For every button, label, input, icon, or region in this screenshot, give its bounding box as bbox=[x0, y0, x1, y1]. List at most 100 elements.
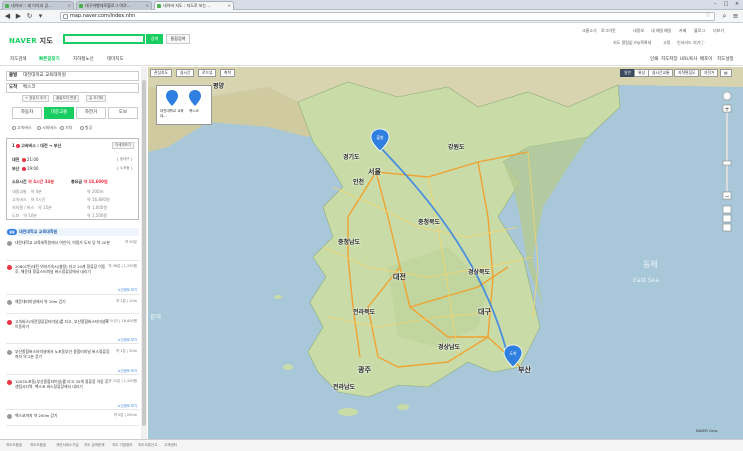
zoom-control[interactable]: + − bbox=[722, 91, 732, 241]
settings-wrench-icon[interactable]: ≡ bbox=[731, 12, 740, 21]
draw-tool-icon[interactable] bbox=[722, 223, 732, 232]
pan-control-icon[interactable] bbox=[722, 91, 732, 101]
top-link-5[interactable]: 카페 bbox=[679, 28, 686, 34]
footer-link-6[interactable]: 고객센터 bbox=[164, 443, 177, 448]
user-link-1[interactable]: 인서리드 지기ⓘ bbox=[677, 40, 704, 46]
route-step[interactable]: 부산종합버스터미널에서 노포동부산 종합터미널 버스정류장까지 약 2분 걷기 … bbox=[6, 348, 139, 375]
depart-label: 대전 bbox=[12, 157, 20, 162]
reset-route-button[interactable]: 길 초기화 bbox=[86, 95, 106, 102]
destination-field[interactable]: 도착 벡스코 bbox=[6, 83, 139, 93]
bookmark-star-icon[interactable]: ☆ bbox=[705, 12, 711, 19]
tab-favicon-icon bbox=[5, 4, 9, 8]
naver-map-logo[interactable]: NAVER 지도 bbox=[9, 36, 53, 46]
close-icon[interactable]: × bbox=[228, 2, 231, 10]
route-info-link[interactable]: 노선정보 보기 bbox=[118, 368, 137, 373]
map-canvas[interactable]: 출발 도착 bbox=[148, 67, 743, 439]
footer-link-2[interactable]: 개인서비스가입 bbox=[56, 443, 79, 448]
close-icon[interactable]: × bbox=[146, 2, 149, 10]
mode-bike-tab[interactable]: 자전거 bbox=[76, 107, 106, 119]
link-deploy[interactable]: 배포이 bbox=[700, 55, 712, 65]
route-step[interactable]: 20801번(대전 여자가속시(충정) 타고 10개 정류장 이동 후, 해운대… bbox=[6, 263, 139, 295]
browser-tab-3-active[interactable]: 네이버 지도 : 지도로 보는… × bbox=[154, 1, 234, 10]
route-step[interactable]: 해운대터미널에서 약 10m 걷기 약 1분 | 10m bbox=[6, 298, 139, 314]
integrated-search-button[interactable]: 통합검색 bbox=[166, 34, 190, 44]
browser-tab-1[interactable]: 네이버 :: 새 이식과 공… × bbox=[2, 1, 74, 10]
option-train[interactable]: 기차 bbox=[60, 125, 72, 131]
panel-scroll-thumb[interactable] bbox=[142, 80, 146, 426]
search-icon[interactable]: ⌕ bbox=[720, 12, 729, 21]
top-link-4[interactable]: 메일 bbox=[664, 28, 671, 34]
details-button[interactable]: 자세히보기 bbox=[111, 142, 134, 149]
footer-link-4[interactable]: 지도 기업정보 bbox=[112, 443, 132, 448]
route-step[interactable]: 대전대학교 교육대학원에서 여인어, 여정가 도보 당 약 20분 약 50분 bbox=[6, 239, 139, 261]
route-info-link[interactable]: 노선정보 보기 bbox=[118, 287, 137, 292]
end-pin-icon bbox=[189, 90, 201, 106]
map-label-east-sea-en: East Sea bbox=[633, 277, 660, 284]
route-step[interactable]: 1003노포동(부산종합터미널)를 타고 35개 정류장 이동 후, 센텀시티역… bbox=[6, 378, 139, 410]
map-type-cadastral[interactable]: 지적편집도 bbox=[674, 69, 700, 77]
maximize-icon[interactable]: □ bbox=[721, 1, 731, 8]
zoom-slider-thumb[interactable] bbox=[722, 160, 732, 166]
footer-link-1[interactable]: 지도도움말 bbox=[30, 443, 46, 448]
scale-button[interactable]: 축척 bbox=[220, 69, 235, 77]
route-step[interactable]: 고속버스(대전정류장터미널)를 타고, 부산종합버스터미널로 이동하기 약 3시… bbox=[6, 318, 139, 344]
add-waypoint-button[interactable]: + 경유지 추가 bbox=[22, 95, 50, 102]
menu-dropdown-icon[interactable]: ▾ bbox=[36, 12, 45, 21]
top-link-1[interactable]: 로그아웃 bbox=[601, 28, 616, 34]
mode-transit-tab[interactable]: 대중교통 bbox=[44, 107, 74, 119]
map-type-bike[interactable]: 자전거 bbox=[700, 69, 719, 77]
browser-tab-2[interactable]: 대구여행데로블로그 여로… × bbox=[76, 1, 152, 10]
plus-icon: + bbox=[724, 106, 729, 113]
tab-fast-route[interactable]: 빠른길찾기 bbox=[39, 55, 60, 65]
option-intercity-bus[interactable]: 시외버스 bbox=[37, 125, 57, 131]
top-link-0[interactable]: 크롬소식 bbox=[582, 28, 597, 34]
user-link-0[interactable]: 고정 bbox=[663, 40, 670, 46]
top-link-7[interactable]: 더보기 bbox=[713, 28, 724, 34]
tab-theme-map[interactable]: 테마지도 bbox=[107, 55, 124, 65]
link-map-settings[interactable]: 지도설정 bbox=[717, 55, 734, 65]
link-print[interactable]: 인쇄 bbox=[650, 55, 658, 65]
map-layers-icon[interactable]: ▤ bbox=[720, 69, 732, 77]
map-label-seoul: 서울 bbox=[368, 168, 381, 176]
tab-map-search[interactable]: 지도검색 bbox=[10, 55, 27, 65]
address-bar[interactable]: map.naver.com/index.nhn ☆ bbox=[60, 12, 715, 21]
map-type-normal[interactable]: 일반 bbox=[620, 69, 635, 77]
link-copy-url[interactable]: URL복사 bbox=[680, 55, 697, 65]
route-info-link[interactable]: 노선정보 보기 bbox=[118, 337, 137, 342]
mode-walk-tab[interactable]: 도보 bbox=[108, 107, 138, 119]
option-flight[interactable]: 항공 bbox=[80, 125, 92, 131]
search-button[interactable]: 검색 bbox=[146, 34, 163, 44]
tab-subway[interactable]: 지하철노선 bbox=[73, 55, 94, 65]
window-close-icon[interactable]: × bbox=[732, 1, 742, 8]
realtime-button[interactable]: 실시간 bbox=[176, 69, 195, 77]
close-icon[interactable]: × bbox=[68, 2, 71, 10]
map-type-satellite[interactable]: 위성 bbox=[634, 69, 649, 77]
top-link-6[interactable]: 블로그 bbox=[694, 28, 705, 34]
footer-link-0[interactable]: 지도도움말 bbox=[6, 443, 22, 448]
interest-map-button[interactable]: 관심지도 bbox=[150, 69, 172, 77]
link-save-map[interactable]: 지도저장 bbox=[661, 55, 678, 65]
forward-icon[interactable]: ▶ bbox=[14, 12, 23, 21]
origin-field[interactable]: 출발 대전대학교 교육대학원 bbox=[6, 71, 139, 81]
route-step[interactable]: 벡스코까지 약 200m 걷기 약 5분 | 200m bbox=[6, 412, 139, 426]
map-type-traffic[interactable]: 실시간교통 bbox=[648, 69, 674, 77]
option-express-bus[interactable]: 고속버스 bbox=[12, 125, 32, 131]
route-summary-card[interactable]: 1 고속버스 : 대전 → 부산 자세히보기 대전 21:00 { 동대구 } … bbox=[6, 138, 139, 220]
route-info-link[interactable]: 노선정보 보기 bbox=[118, 403, 137, 408]
zoom-slider-track[interactable] bbox=[726, 113, 728, 191]
area-tool-icon[interactable] bbox=[722, 214, 732, 223]
roadview-button[interactable]: 로드뷰 bbox=[198, 69, 217, 77]
top-link-2[interactable]: 내정보 bbox=[633, 28, 644, 34]
mode-car-tab[interactable]: 자동차 bbox=[12, 107, 42, 119]
reload-icon[interactable]: ↻ bbox=[25, 12, 34, 21]
back-icon[interactable]: ◀ bbox=[3, 12, 12, 21]
swap-origin-destination-button[interactable]: 출발도착 변경 bbox=[53, 95, 80, 102]
route-legend-box[interactable]: 대전대학교 교육대... 벡스코 bbox=[156, 85, 212, 125]
measure-tool-icon[interactable] bbox=[722, 205, 732, 214]
footer-link-3[interactable]: 지도 검색문제 bbox=[84, 443, 104, 448]
map-search-input[interactable] bbox=[63, 34, 145, 44]
top-link-3[interactable]: 내 메일 bbox=[651, 28, 663, 34]
map-view[interactable]: 출발 도착 평양 강원도 경기도 서울 인천 충청북도 충청남도 경상북도 대전… bbox=[148, 67, 743, 439]
footer-link-5[interactable]: 지도오류신고 bbox=[138, 443, 157, 448]
minimize-icon[interactable]: – bbox=[710, 1, 720, 8]
